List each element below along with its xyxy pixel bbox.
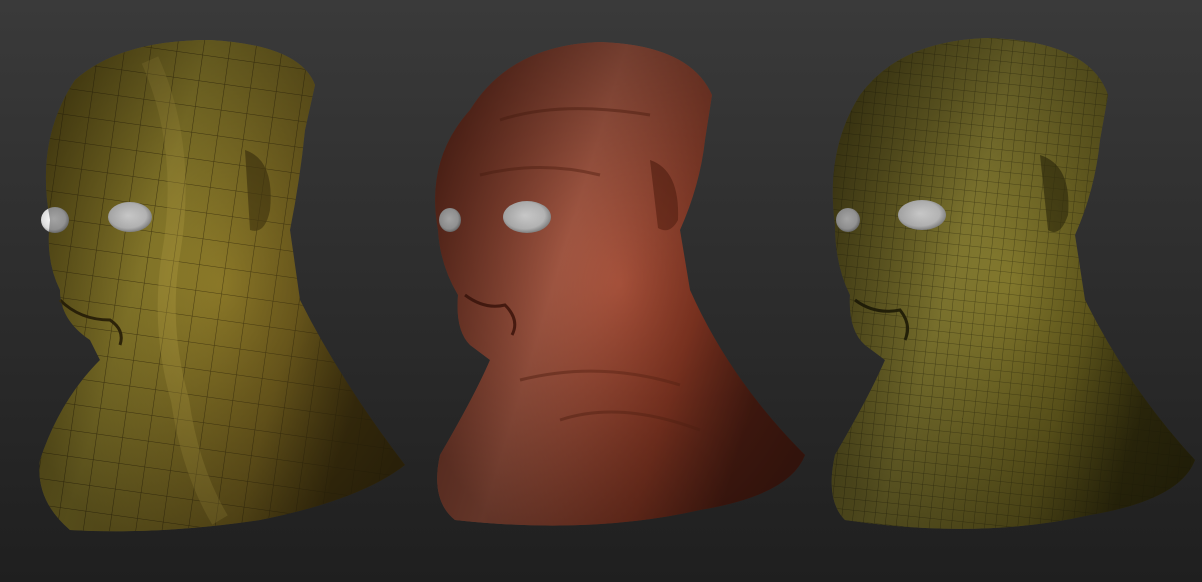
viewport-render bbox=[0, 0, 1202, 582]
render-canvas bbox=[0, 0, 1202, 582]
